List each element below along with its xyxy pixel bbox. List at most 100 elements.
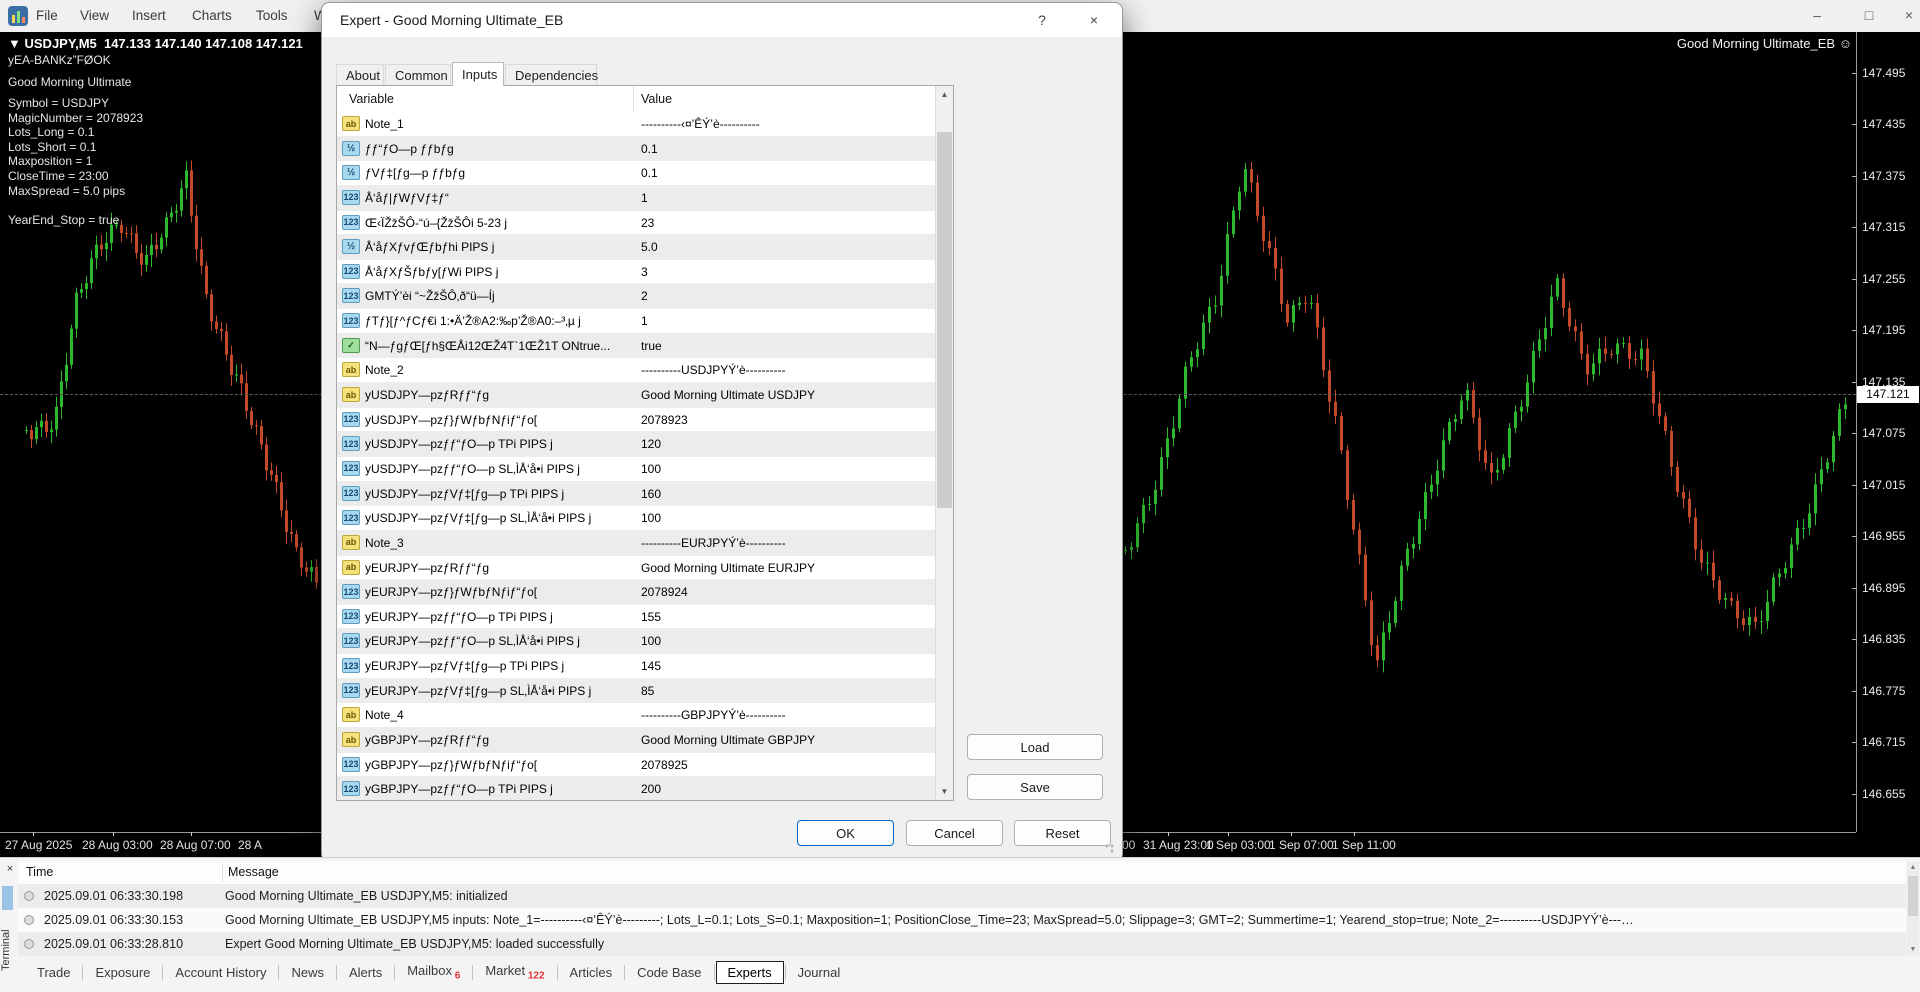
input-row[interactable]: 123 Œ‹ÏŽžŠÔ-“ú–{ŽžŠÔi 5-23 j 23 — [337, 210, 936, 236]
variable-value[interactable]: 23 — [641, 211, 654, 235]
menu-item-view[interactable]: View — [80, 0, 109, 32]
message-column-header[interactable]: Message — [228, 861, 279, 884]
terminal-tab-account-history[interactable]: Account History — [164, 962, 277, 983]
variable-value[interactable]: 2078924 — [641, 580, 688, 604]
scroll-up-icon[interactable]: ▲ — [936, 86, 953, 103]
terminal-tab-code-base[interactable]: Code Base — [626, 962, 712, 983]
input-row[interactable]: ab yUSDJPY—pzƒRƒƒ“ƒg Good Morning Ultimate… — [337, 383, 936, 408]
load-button[interactable]: Load — [967, 734, 1103, 760]
terminal-tab-trade[interactable]: Trade — [26, 962, 81, 983]
input-row[interactable]: 123 yEURJPY—pzƒƒ“ƒO—p SL‚ÌÅ‘å•i PIPS j 100 — [337, 629, 936, 655]
tab-about[interactable]: About — [336, 64, 384, 85]
variable-value[interactable]: 85 — [641, 679, 654, 703]
variable-value[interactable]: ----------EURJPYÝ’è---------- — [641, 531, 786, 555]
menu-item-file[interactable]: File — [36, 0, 58, 32]
terminal-close-button[interactable]: × — [3, 862, 17, 876]
scrollbar-thumb[interactable] — [937, 132, 952, 508]
variable-value[interactable]: ----------GBPJPYÝ’è---------- — [641, 703, 786, 727]
input-row[interactable]: ab Note_2 ----------USDJPYÝ’è---------- — [337, 358, 936, 384]
log-row[interactable]: 2025.09.01 06:33:30.153 Good Morning Ulti… — [18, 908, 1906, 932]
variable-value[interactable]: 3 — [641, 260, 648, 284]
input-row[interactable]: ½ Å‘åƒXƒvƒŒƒbƒhi PIPS j 5.0 — [337, 235, 936, 260]
log-row[interactable]: 2025.09.01 06:33:28.810 Expert Good Morni… — [18, 932, 1906, 956]
input-row[interactable]: 123 yUSDJPY—pzƒVƒ‡[ƒg—p SL‚ÌÅ‘å•i PIPS j 1… — [337, 506, 936, 531]
input-row[interactable]: ab Note_4 ----------GBPJPYÝ’è---------- — [337, 703, 936, 728]
log-row[interactable]: 2025.09.01 06:33:30.198 Good Morning Ulti… — [18, 884, 1906, 908]
ea-smiley-icon[interactable]: ☺ — [1839, 36, 1852, 51]
scrollbar-thumb[interactable] — [1908, 876, 1918, 916]
terminal-column-divider[interactable] — [222, 863, 223, 882]
input-row[interactable]: 123 yEURJPY—pzƒVƒ‡[ƒg—p SL‚ÌÅ‘å•i PIPS j 8… — [337, 678, 936, 704]
variable-value[interactable]: 5.0 — [641, 235, 658, 259]
chart-symbol-ohlc[interactable]: ▼ USDJPY,M5 147.133 147.140 147.108 147.… — [8, 36, 303, 51]
input-row[interactable]: ab Note_1 ----------‹¤’ÊÝ’è---------- — [337, 112, 936, 137]
variable-value[interactable]: ----------‹¤’ÊÝ’è---------- — [641, 112, 760, 136]
tab-dependencies[interactable]: Dependencies — [505, 64, 598, 85]
input-row[interactable]: 123 GMTÝ’èi “~ŽžŠÔ‚ð“ü—Íj 2 — [337, 284, 936, 310]
scroll-up-icon[interactable]: ▲ — [1907, 862, 1919, 874]
time-column-header[interactable]: Time — [26, 861, 53, 884]
input-row[interactable]: ab yEURJPY—pzƒRƒƒ“ƒg Good Morning Ultimate… — [337, 555, 936, 581]
dialog-help-button[interactable]: ? — [1022, 3, 1062, 37]
input-row[interactable]: ab yGBPJPY—pzƒRƒƒ“ƒg Good Morning Ultimate… — [337, 728, 936, 753]
terminal-tab-alerts[interactable]: Alerts — [338, 962, 393, 983]
reset-button[interactable]: Reset — [1014, 820, 1111, 846]
terminal-scrollbar[interactable]: ▲ ▼ — [1907, 862, 1919, 956]
terminal-tab-experts[interactable]: Experts — [715, 961, 784, 984]
variable-value[interactable]: 100 — [641, 506, 661, 530]
cancel-button[interactable]: Cancel — [906, 820, 1003, 846]
variable-value[interactable]: 2078923 — [641, 408, 688, 432]
ok-button[interactable]: OK — [797, 820, 894, 846]
collapse-icon[interactable]: ▼ — [8, 36, 21, 51]
variable-value[interactable]: 0.1 — [641, 161, 658, 185]
restore-button[interactable]: □ — [1852, 0, 1886, 30]
terminal-tab-mailbox[interactable]: Mailbox 6 — [396, 960, 471, 985]
input-row[interactable]: 123 yUSDJPY—pzƒ}ƒWƒbƒNƒiƒ“ƒo[2078923 — [337, 407, 936, 433]
variable-value[interactable]: Good Morning Ultimate USDJPY — [641, 383, 815, 407]
value-column-header[interactable]: Value — [641, 86, 672, 112]
variable-value[interactable]: 145 — [641, 654, 661, 678]
terminal-tab-articles[interactable]: Articles — [559, 962, 624, 983]
table-scrollbar[interactable]: ▲ ▼ — [935, 86, 953, 800]
variable-value[interactable]: 1 — [641, 309, 648, 333]
input-row[interactable]: 123 yGBPJPY—pzƒ}ƒWƒbƒNƒiƒ“ƒo[2078925 — [337, 752, 936, 778]
variable-value[interactable]: Good Morning Ultimate EURJPY — [641, 556, 815, 580]
minimize-button[interactable]: – — [1800, 0, 1834, 30]
variable-value[interactable]: 100 — [641, 457, 661, 481]
scroll-down-icon[interactable]: ▼ — [936, 783, 953, 800]
input-row[interactable]: ½ ƒVƒ‡[ƒg—p ƒƒbƒg 0.1 — [337, 161, 936, 186]
input-row[interactable]: 123 yUSDJPY—pzƒƒ“ƒO—p SL‚ÌÅ‘å•i PIPS j 100 — [337, 456, 936, 482]
terminal-tab-market[interactable]: Market 122 — [474, 960, 555, 985]
variable-value[interactable]: 200 — [641, 777, 661, 800]
tab-common[interactable]: Common — [385, 64, 451, 85]
dialog-close-button[interactable]: × — [1074, 3, 1114, 37]
terminal-scroll-indicator[interactable] — [2, 886, 13, 910]
attached-ea-label[interactable]: Good Morning Ultimate_EB ☺ — [1677, 36, 1852, 51]
close-button[interactable]: × — [1892, 0, 1920, 30]
input-row[interactable]: 123 Å‘åƒ|ƒWƒVƒ‡ƒ“ 1 — [337, 185, 936, 211]
variable-value[interactable]: true — [641, 334, 662, 358]
variable-value[interactable]: 2078925 — [641, 753, 688, 777]
variable-value[interactable]: Good Morning Ultimate GBPJPY — [641, 728, 815, 752]
variable-value[interactable]: 155 — [641, 605, 661, 629]
variable-value[interactable]: 160 — [641, 482, 661, 506]
input-row[interactable]: 123 yEURJPY—pzƒƒ“ƒO—p TPi PIPS j 155 — [337, 604, 936, 630]
variable-value[interactable]: 0.1 — [641, 137, 658, 161]
variable-value[interactable]: 120 — [641, 432, 661, 456]
input-row[interactable]: 123 Å‘åƒXƒŠƒbƒy[ƒWi PIPS j 3 — [337, 259, 936, 285]
input-row[interactable]: 123 yGBPJPY—pzƒƒ“ƒO—p TPi PIPS j 200 — [337, 777, 936, 800]
menu-item-tools[interactable]: Tools — [256, 0, 288, 32]
input-row[interactable]: 123 yEURJPY—pzƒVƒ‡[ƒg—p TPi PIPS j 145 — [337, 654, 936, 679]
menu-item-insert[interactable]: Insert — [132, 0, 166, 32]
input-row[interactable]: 123 yEURJPY—pzƒ}ƒWƒbƒNƒiƒ“ƒo[2078924 — [337, 580, 936, 605]
terminal-tab-news[interactable]: News — [280, 962, 335, 983]
input-row[interactable]: ab Note_3 ----------EURJPYÝ’è---------- — [337, 530, 936, 556]
terminal-tab-exposure[interactable]: Exposure — [84, 962, 161, 983]
tab-inputs[interactable]: Inputs — [452, 62, 504, 86]
menu-item-charts[interactable]: Charts — [192, 0, 232, 32]
terminal-tab-journal[interactable]: Journal — [787, 962, 852, 983]
variable-column-header[interactable]: Variable — [349, 86, 394, 112]
variable-value[interactable]: 1 — [641, 186, 648, 210]
input-row[interactable]: 123 ƒTƒ}[ƒ^ƒCƒ€i 1:•Ä’Ž®A2:‰p’Ž®A0:–³‚µ j… — [337, 309, 936, 334]
input-row[interactable]: ✓ “N—ƒgƒŒ[ƒh§ŒÅi12ŒŽ4T`1ŒŽ1T ONtrue... tru… — [337, 333, 936, 359]
